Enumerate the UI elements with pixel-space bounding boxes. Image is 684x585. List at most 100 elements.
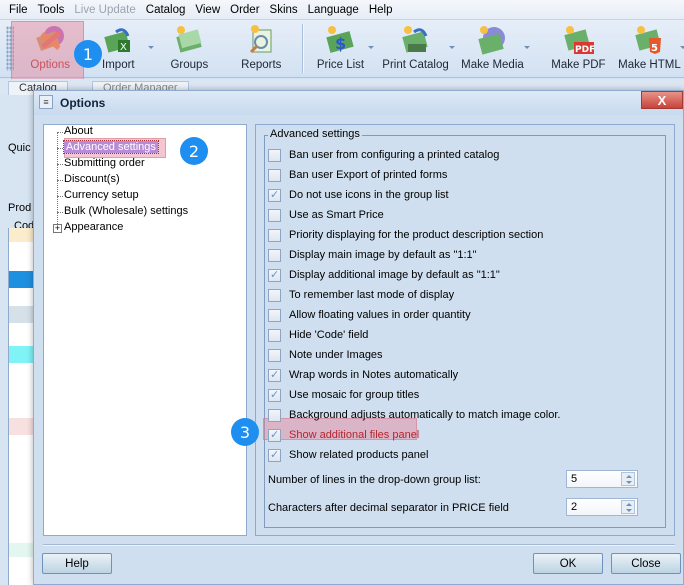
num-lines-label: Number of lines in the drop-down group l…	[268, 474, 481, 486]
option-checkbox-row[interactable]: Background adjusts automatically to matc…	[268, 407, 560, 423]
close-button[interactable]: Close	[611, 553, 681, 574]
checkbox-unchecked[interactable]	[268, 328, 281, 342]
decimal-chars-value[interactable]: 2	[571, 501, 577, 513]
checkbox-checked[interactable]	[268, 188, 281, 202]
ok-button[interactable]: OK	[533, 553, 603, 574]
make-media-dropdown-arrow[interactable]	[523, 46, 530, 49]
system-menu-icon[interactable]: ≡	[39, 95, 53, 109]
option-checkbox-row[interactable]: Display additional image by default as "…	[268, 267, 500, 283]
option-label: Display main image by default as "1:1"	[289, 249, 477, 261]
option-label: Wrap words in Notes automatically	[289, 369, 459, 381]
option-checkbox-row[interactable]: Ban user from configuring a printed cata…	[268, 147, 499, 163]
make-pdf-icon: PDF	[562, 24, 596, 56]
decimal-chars-spinner[interactable]: 2	[566, 498, 638, 516]
menu-skins[interactable]: Skins	[265, 4, 303, 16]
option-checkbox-row[interactable]: Show related products panel	[268, 447, 428, 463]
spinner-arrows-icon[interactable]	[621, 472, 635, 486]
option-checkbox-row[interactable]: Allow floating values in order quantity	[268, 307, 471, 323]
checkbox-unchecked[interactable]	[268, 348, 281, 362]
step-badge-2: 2	[180, 137, 208, 165]
checkbox-checked[interactable]	[268, 448, 281, 462]
checkbox-unchecked[interactable]	[268, 148, 281, 162]
tree-item-advanced-settings[interactable]: Advanced settings	[57, 140, 159, 156]
option-checkbox-row[interactable]: Do not use icons in the group list	[268, 187, 449, 203]
options-tree: About Advanced settings Submitting order…	[43, 124, 247, 536]
num-lines-spinner[interactable]: 5	[566, 470, 638, 488]
option-checkbox-row[interactable]: Priority displaying for the product desc…	[268, 227, 543, 243]
tree-item-appearance[interactable]: Appearance	[64, 221, 123, 236]
checkbox-unchecked[interactable]	[268, 288, 281, 302]
menu-tools[interactable]: Tools	[33, 4, 70, 16]
option-checkbox-row[interactable]: Use as Smart Price	[268, 207, 384, 223]
option-checkbox-row[interactable]: To remember last mode of display	[268, 287, 454, 303]
checkbox-unchecked[interactable]	[268, 408, 281, 422]
reports-button[interactable]: Reports	[227, 20, 296, 77]
print-catalog-icon	[400, 24, 432, 56]
option-checkbox-row[interactable]: Use mosaic for group titles	[268, 387, 419, 403]
reports-label: Reports	[241, 59, 282, 71]
option-checkbox-row[interactable]: Note under Images	[268, 347, 383, 363]
print-catalog-button[interactable]: Print Catalog	[378, 20, 455, 77]
option-checkbox-row[interactable]: Show additional files panel	[268, 427, 419, 443]
make-html-dropdown-arrow[interactable]	[679, 46, 684, 49]
help-button[interactable]: Help	[42, 553, 112, 574]
reports-icon	[245, 24, 277, 56]
menu-language[interactable]: Language	[303, 4, 364, 16]
tree-item-submitting-order[interactable]: Submitting order	[57, 157, 145, 172]
spinner-arrows-icon[interactable]	[621, 500, 635, 514]
checkbox-unchecked[interactable]	[268, 168, 281, 182]
print-catalog-dropdown-arrow[interactable]	[448, 46, 455, 49]
expand-icon[interactable]: +	[53, 224, 62, 233]
checkbox-checked[interactable]	[268, 268, 281, 282]
menu-order[interactable]: Order	[225, 4, 264, 16]
groups-icon	[173, 24, 205, 56]
make-html-button[interactable]: 5 Make HTML	[615, 20, 684, 77]
dialog-title-bar[interactable]: ≡ Options X	[34, 91, 683, 115]
svg-text:$: $	[335, 34, 346, 53]
tree-item-bulk-settings[interactable]: Bulk (Wholesale) settings	[57, 205, 188, 220]
option-checkbox-row[interactable]: Hide 'Code' field	[268, 327, 368, 343]
checkbox-checked[interactable]	[268, 428, 281, 442]
menu-file[interactable]: File	[4, 4, 33, 16]
option-label: Background adjusts automatically to matc…	[289, 409, 561, 421]
make-html-icon: 5	[633, 24, 665, 56]
option-label: Hide 'Code' field	[289, 329, 369, 341]
price-list-label: Price List	[316, 59, 365, 71]
print-catalog-label: Print Catalog	[382, 59, 449, 71]
num-lines-value[interactable]: 5	[571, 473, 577, 485]
make-pdf-button[interactable]: PDF Make PDF	[542, 20, 615, 77]
menu-catalog[interactable]: Catalog	[141, 4, 191, 16]
menu-help[interactable]: Help	[364, 4, 398, 16]
step-badge-3: 3	[231, 418, 259, 446]
option-label: Priority displaying for the product desc…	[289, 229, 544, 241]
option-label: Ban user from configuring a printed cata…	[289, 149, 500, 161]
svg-text:5: 5	[651, 43, 658, 54]
make-html-label: Make HTML	[618, 59, 681, 71]
checkbox-checked[interactable]	[268, 388, 281, 402]
checkbox-unchecked[interactable]	[268, 208, 281, 222]
toolbar-separator	[301, 24, 303, 73]
price-list-dropdown-arrow[interactable]	[368, 46, 375, 49]
menu-bar: File Tools Live Update Catalog View Orde…	[0, 0, 684, 20]
option-label: Do not use icons in the group list	[289, 189, 449, 201]
dialog-separator	[43, 544, 675, 545]
svg-text:PDF: PDF	[575, 45, 594, 55]
menu-live-update[interactable]: Live Update	[69, 4, 140, 16]
option-label: Note under Images	[289, 349, 383, 361]
option-checkbox-row[interactable]: Display main image by default as "1:1"	[268, 247, 477, 263]
checkbox-unchecked[interactable]	[268, 308, 281, 322]
option-checkbox-row[interactable]: Ban user Export of printed forms	[268, 167, 447, 183]
price-list-button[interactable]: $ Price List	[309, 20, 375, 77]
checkbox-unchecked[interactable]	[268, 228, 281, 242]
make-media-button[interactable]: Make Media	[457, 20, 530, 77]
close-icon[interactable]: X	[641, 91, 683, 109]
option-checkbox-row[interactable]: Wrap words in Notes automatically	[268, 367, 458, 383]
tree-item-about[interactable]: About	[57, 125, 93, 140]
groups-button[interactable]: Groups	[152, 20, 227, 77]
tree-item-discounts[interactable]: Discount(s)	[57, 173, 120, 188]
menu-view[interactable]: View	[190, 4, 225, 16]
checkbox-unchecked[interactable]	[268, 248, 281, 262]
price-list-icon: $	[324, 24, 356, 56]
tree-item-currency-setup[interactable]: Currency setup	[57, 189, 139, 204]
checkbox-checked[interactable]	[268, 368, 281, 382]
